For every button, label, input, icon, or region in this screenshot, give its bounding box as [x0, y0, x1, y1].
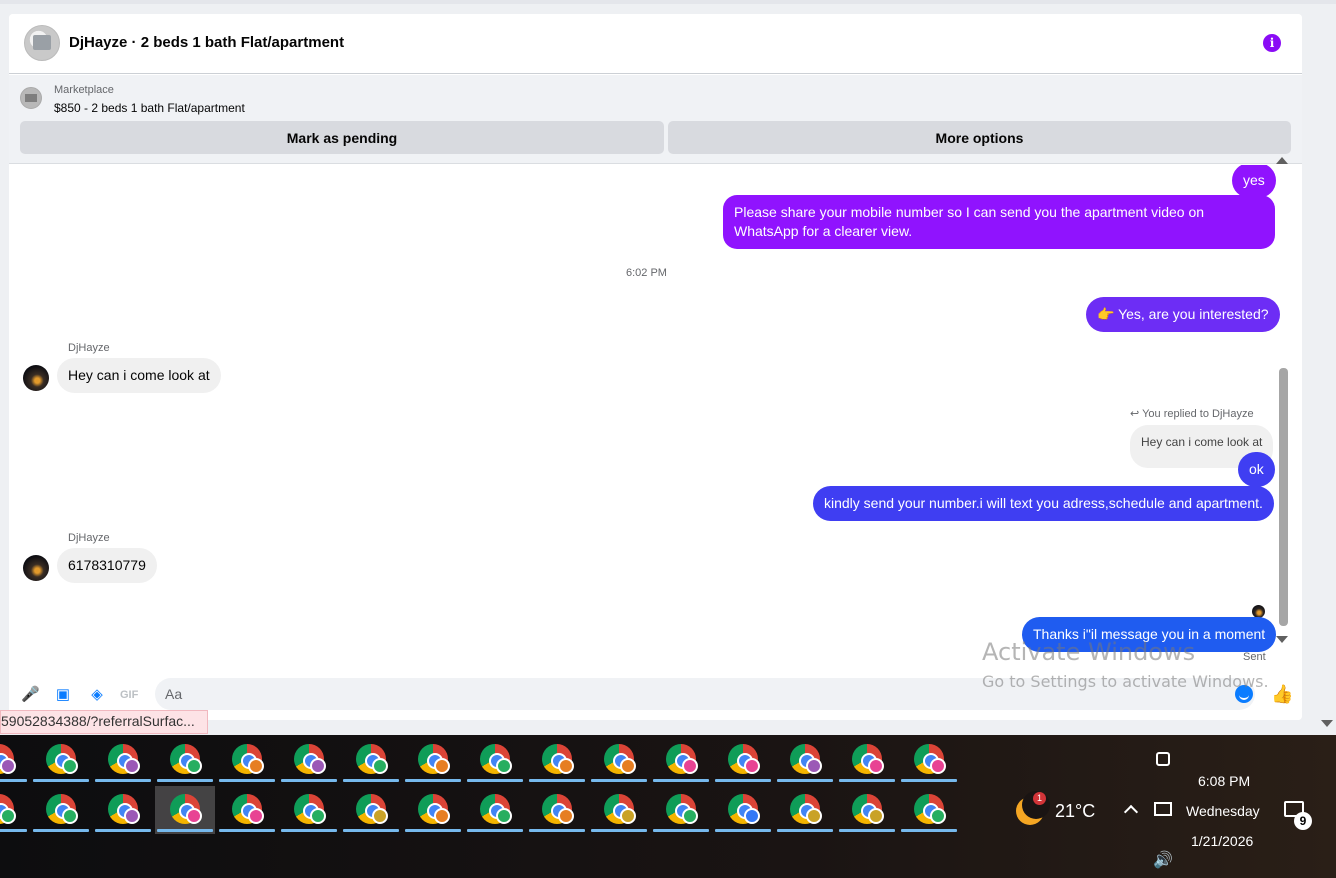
browser-top-strip	[0, 0, 1336, 4]
sender-avatar[interactable]	[23, 365, 49, 391]
taskbar-chrome-profile-icon[interactable]	[0, 736, 29, 784]
message-thread[interactable]: yes Please share your mobile number so I…	[9, 165, 1302, 675]
taskbar-chrome-profile-icon[interactable]	[713, 736, 773, 784]
taskbar-chrome-profile-icon[interactable]	[279, 786, 339, 834]
mark-as-pending-button[interactable]: Mark as pending	[20, 121, 664, 154]
message-bubble-incoming[interactable]: 6178310779	[57, 548, 157, 583]
taskbar-chrome-profile-icon[interactable]	[341, 786, 401, 834]
message-bubble-interested[interactable]: 👉 Yes, are you interested?	[1086, 297, 1280, 332]
listing-avatar[interactable]	[24, 25, 60, 61]
sender-name: DjHayze	[68, 342, 110, 354]
sticker-icon[interactable]: ◈	[88, 686, 106, 704]
message-bubble-ok[interactable]: ok	[1238, 452, 1275, 487]
thumbs-up-icon[interactable]: 👍	[1271, 684, 1293, 705]
taskbar-chrome-profile-icon[interactable]	[837, 786, 897, 834]
gif-icon[interactable]: GIF	[120, 686, 138, 704]
chat-header: DjHayze · 2 beds 1 bath Flat/apartment i	[9, 14, 1302, 74]
taskbar-chrome-profile-icon[interactable]	[899, 786, 959, 834]
temperature[interactable]: 21°C	[1055, 801, 1095, 822]
chevron-up-icon[interactable]	[1123, 804, 1139, 820]
taskbar-chrome-profile-icon[interactable]	[465, 736, 525, 784]
marketplace-label: Marketplace	[54, 84, 114, 96]
message-status: Sent	[1243, 651, 1266, 663]
taskbar-chrome-profile-icon[interactable]	[527, 786, 587, 834]
taskbar-chrome-profile-icon[interactable]	[217, 736, 277, 784]
chat-panel: DjHayze · 2 beds 1 bath Flat/apartment i…	[9, 14, 1302, 720]
status-bar-url: 59052834388/?referralSurfac...	[0, 710, 208, 734]
taskbar-chrome-profile-icon[interactable]	[31, 736, 91, 784]
message-input-placeholder: Aa	[165, 686, 183, 702]
scroll-down-arrow[interactable]	[1276, 636, 1288, 643]
taskbar-chrome-profile-icon[interactable]	[589, 736, 649, 784]
activate-windows-subtitle: Go to Settings to activate Windows.	[982, 672, 1269, 691]
taskbar-chrome-profile-icon[interactable]	[775, 736, 835, 784]
camera-icon[interactable]	[1156, 752, 1170, 766]
network-icon[interactable]	[1154, 802, 1172, 816]
taskbar-chrome-profile-icon[interactable]	[713, 786, 773, 834]
marketplace-banner: Marketplace $850 - 2 beds 1 bath Flat/ap…	[9, 75, 1302, 164]
message-text: Please share your mobile number so I can…	[734, 204, 1205, 220]
taskbar-chrome-profile-icon[interactable]	[403, 736, 463, 784]
listing-thumbnail[interactable]	[20, 87, 42, 109]
message-bubble-yes[interactable]: yes	[1232, 165, 1276, 198]
taskbar-chrome-profile-icon[interactable]	[899, 736, 959, 784]
taskbar-chrome-profile-icon[interactable]	[465, 786, 525, 834]
weather-icon[interactable]: 1	[1016, 791, 1050, 825]
taskbar-chrome-profile-icon[interactable]	[589, 786, 649, 834]
taskbar-chrome-profile-icon[interactable]	[279, 736, 339, 784]
weather-badge: 1	[1033, 792, 1046, 805]
reply-note: ↩ You replied to DjHayze	[1130, 407, 1254, 420]
message-text: WhatsApp for a clearer view.	[734, 223, 913, 239]
sender-name: DjHayze	[68, 532, 110, 544]
message-bubble-incoming[interactable]: Hey can i come look at	[57, 358, 221, 393]
microphone-icon[interactable]: 🎤	[21, 686, 40, 704]
page-scroll-down-arrow[interactable]	[1321, 720, 1333, 727]
info-icon[interactable]: i	[1263, 34, 1281, 52]
taskbar-chrome-profile-icon[interactable]	[155, 736, 215, 784]
message-bubble-share-number[interactable]: Please share your mobile number so I can…	[723, 195, 1275, 249]
reply-note-text: You replied to DjHayze	[1142, 408, 1254, 420]
taskbar-chrome-profile-icon[interactable]	[651, 736, 711, 784]
message-bubble-kindly[interactable]: kindly send your number.i will text you …	[813, 486, 1274, 521]
volume-icon[interactable]: 🔊	[1153, 850, 1173, 870]
notification-badge: 9	[1294, 812, 1312, 830]
taskbar-chrome-profile-icon[interactable]	[93, 736, 153, 784]
taskbar: 1 21°C 🔊 6:08 PM Wednesday 1/21/2026 9	[0, 735, 1336, 878]
taskbar-chrome-profile-icon[interactable]	[31, 786, 91, 834]
taskbar-chrome-profile-icon[interactable]	[837, 736, 897, 784]
taskbar-chrome-profile-icon[interactable]	[775, 786, 835, 834]
photo-icon[interactable]: ▣	[54, 686, 72, 704]
more-options-button[interactable]: More options	[668, 121, 1291, 154]
timestamp: 6:02 PM	[626, 267, 667, 279]
taskbar-chrome-profile-icon[interactable]	[341, 736, 401, 784]
taskbar-chrome-profile-icon[interactable]	[217, 786, 277, 834]
taskbar-chrome-profile-icon[interactable]	[527, 736, 587, 784]
taskbar-chrome-profile-icon[interactable]	[0, 786, 29, 834]
sender-avatar[interactable]	[23, 555, 49, 581]
chat-title[interactable]: DjHayze · 2 beds 1 bath Flat/apartment	[69, 34, 344, 51]
listing-price-title[interactable]: $850 - 2 beds 1 bath Flat/apartment	[54, 101, 245, 115]
reply-arrow-icon: ↩	[1130, 408, 1143, 420]
activate-windows-title: Activate Windows	[982, 638, 1196, 666]
clock-day[interactable]: Wednesday	[1186, 803, 1260, 819]
scroll-up-arrow[interactable]	[1276, 157, 1288, 164]
taskbar-chrome-profile-icon[interactable]	[651, 786, 711, 834]
clock-date[interactable]: 1/21/2026	[1191, 833, 1253, 849]
scrollbar-thumb[interactable]	[1279, 368, 1288, 626]
taskbar-chrome-profile-icon[interactable]	[403, 786, 463, 834]
taskbar-chrome-profile-icon[interactable]	[93, 786, 153, 834]
clock-time[interactable]: 6:08 PM	[1198, 773, 1250, 789]
taskbar-chrome-profile-icon[interactable]	[155, 786, 215, 834]
